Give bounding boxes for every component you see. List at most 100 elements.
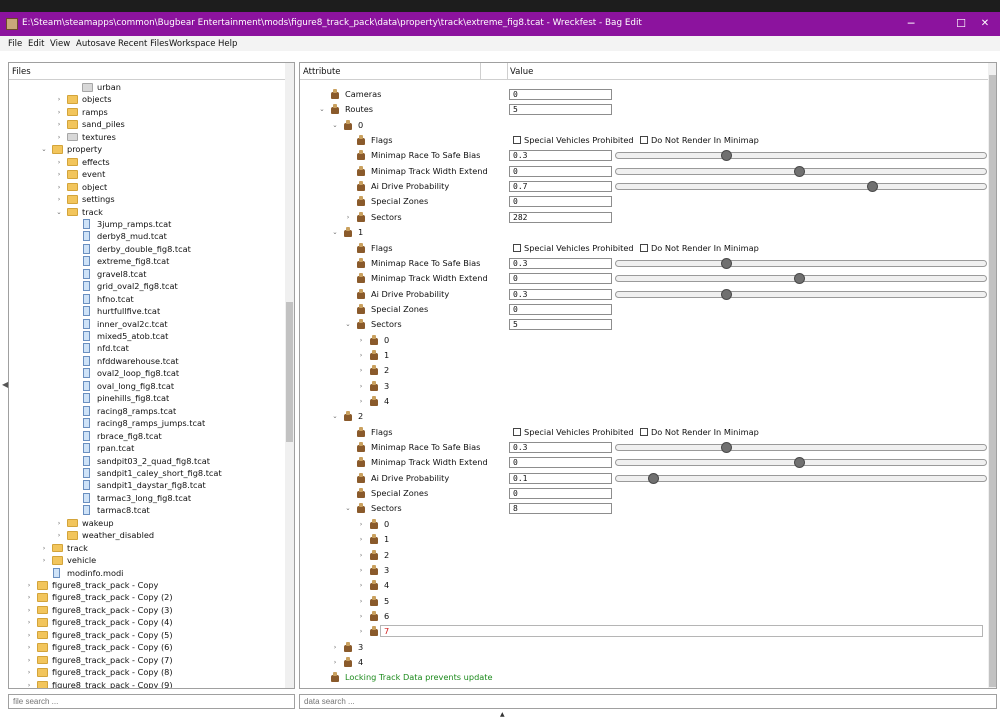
value-slider[interactable] — [615, 457, 987, 469]
attribute-row[interactable]: › 4 — [300, 656, 988, 669]
slider-thumb[interactable] — [720, 288, 732, 300]
slider-thumb[interactable] — [720, 257, 732, 269]
attribute-row[interactable]: Minimap Track Width Extend 0 — [300, 272, 988, 285]
value-field[interactable]: 0.3 — [509, 257, 612, 269]
collapsed-arrow-icon[interactable]: › — [357, 518, 365, 531]
file-tree-item[interactable]: mixed5_atob.tcat — [9, 330, 285, 343]
attribute-row[interactable]: Minimap Race To Safe Bias 0.3 — [300, 149, 988, 162]
collapsed-arrow-icon[interactable]: › — [55, 156, 63, 169]
collapsed-arrow-icon[interactable]: › — [357, 533, 365, 546]
files-scrollbar-thumb[interactable] — [286, 302, 293, 442]
attribute-row[interactable]: › 3 — [300, 380, 988, 393]
file-tree-item[interactable]: › ramps — [9, 106, 285, 119]
attribute-row[interactable]: Cameras 0 — [300, 88, 988, 101]
attribute-row[interactable]: › 0 — [300, 518, 988, 531]
collapsed-arrow-icon[interactable]: › — [357, 595, 365, 608]
file-tree-item[interactable]: › object — [9, 181, 285, 194]
collapsed-arrow-icon[interactable]: › — [55, 131, 63, 144]
attribute-row[interactable]: › 4 — [300, 395, 988, 408]
expanded-arrow-icon[interactable]: ⌄ — [331, 119, 339, 132]
file-tree-item[interactable]: rpan.tcat — [9, 442, 285, 455]
attribute-row[interactable]: › 4 — [300, 579, 988, 592]
file-tree-item[interactable]: › textures — [9, 131, 285, 144]
value-slider[interactable] — [615, 181, 987, 193]
menu-help[interactable]: Help — [218, 39, 237, 49]
value-column-header[interactable]: Value — [510, 67, 533, 77]
value-slider[interactable] — [615, 442, 987, 454]
value-field[interactable]: 0.1 — [509, 472, 612, 484]
flag-checkbox[interactable] — [640, 136, 648, 145]
flag-checkbox[interactable] — [640, 243, 648, 252]
collapsed-arrow-icon[interactable]: › — [55, 118, 63, 131]
collapsed-arrow-icon[interactable]: › — [344, 211, 352, 224]
file-tree-item[interactable]: › effects — [9, 156, 285, 169]
attribute-row[interactable]: of track length and surface infos — [300, 687, 988, 688]
value-slider[interactable] — [615, 288, 987, 300]
file-tree-item[interactable]: › figure8_track_pack - Copy (7) — [9, 654, 285, 667]
menu-view[interactable]: View — [50, 39, 70, 49]
expanded-arrow-icon[interactable]: ⌄ — [331, 226, 339, 239]
file-tree-item[interactable]: extreme_fig8.tcat — [9, 255, 285, 268]
file-tree-item[interactable]: › objects — [9, 93, 285, 106]
attribute-row[interactable]: › 2 — [300, 364, 988, 377]
menu-autosave[interactable]: Autosave — [76, 39, 116, 49]
collapsed-arrow-icon[interactable]: › — [357, 610, 365, 623]
slider-thumb[interactable] — [794, 273, 805, 285]
file-tree-item[interactable]: › track — [9, 542, 285, 555]
flag-checkbox[interactable] — [513, 243, 521, 252]
collapsed-arrow-icon[interactable]: › — [40, 554, 48, 567]
file-tree-item[interactable]: 3jump_ramps.tcat — [9, 218, 285, 231]
attribute-row[interactable]: › 1 — [300, 349, 988, 362]
flag-checkbox[interactable] — [640, 427, 648, 436]
attribute-row[interactable]: › 2 — [300, 549, 988, 562]
file-tree-item[interactable]: racing8_ramps.tcat — [9, 405, 285, 418]
value-field[interactable]: 0 — [509, 196, 612, 208]
collapsed-arrow-icon[interactable]: › — [331, 641, 339, 654]
data-scrollbar[interactable] — [988, 63, 996, 688]
attribute-row[interactable]: Special Zones 0 — [300, 487, 988, 500]
attribute-row[interactable]: Ai Drive Probability 0.1 — [300, 472, 988, 485]
attribute-row[interactable]: › 1 — [300, 533, 988, 546]
collapsed-arrow-icon[interactable]: › — [55, 168, 63, 181]
attribute-row[interactable]: Minimap Race To Safe Bias 0.3 — [300, 257, 988, 270]
slider-thumb[interactable] — [647, 472, 659, 484]
collapsed-arrow-icon[interactable]: › — [55, 106, 63, 119]
data-search-input[interactable] — [299, 694, 997, 709]
file-tree-item[interactable]: derby_double_fig8.tcat — [9, 243, 285, 256]
slider-thumb[interactable] — [794, 165, 805, 177]
attribute-row[interactable]: Flags Special Vehicles Prohibited Do Not R… — [300, 242, 988, 255]
value-field[interactable]: 0 — [509, 457, 612, 469]
attribute-row[interactable]: › 3 — [300, 641, 988, 654]
value-field[interactable]: 0 — [509, 488, 612, 500]
collapsed-arrow-icon[interactable]: › — [357, 579, 365, 592]
attribute-row[interactable]: › Sectors 282 — [300, 211, 988, 224]
attribute-row[interactable]: ⌄ 1 — [300, 226, 988, 239]
value-field[interactable]: 0.7 — [509, 181, 612, 193]
expanded-arrow-icon[interactable]: ⌄ — [55, 206, 63, 219]
menu-workspace[interactable]: Workspace — [169, 39, 215, 49]
collapsed-arrow-icon[interactable]: › — [25, 616, 33, 629]
value-slider[interactable] — [615, 257, 987, 269]
value-field[interactable]: 0 — [509, 273, 612, 285]
menu-file[interactable]: File — [8, 39, 22, 49]
attribute-row[interactable]: › 7 — [300, 625, 988, 638]
collapsed-arrow-icon[interactable]: › — [357, 549, 365, 562]
collapsed-arrow-icon[interactable]: › — [331, 656, 339, 669]
slider-thumb[interactable] — [720, 442, 732, 454]
file-tree-item[interactable]: gravel8.tcat — [9, 268, 285, 281]
collapsed-arrow-icon[interactable]: › — [55, 529, 63, 542]
minimize-button[interactable]: ─ — [896, 16, 926, 32]
expanded-arrow-icon[interactable]: ⌄ — [344, 502, 352, 515]
file-tree-item[interactable]: › figure8_track_pack - Copy (5) — [9, 629, 285, 642]
attribute-row[interactable]: Minimap Track Width Extend 0 — [300, 165, 988, 178]
collapsed-arrow-icon[interactable]: › — [357, 349, 365, 362]
file-tree-item[interactable]: › wakeup — [9, 517, 285, 530]
data-scrollbar-thumb[interactable] — [989, 75, 996, 687]
attribute-row[interactable]: Minimap Track Width Extend 0 — [300, 456, 988, 469]
collapsed-arrow-icon[interactable]: › — [357, 380, 365, 393]
file-tree-item[interactable]: oval_long_fig8.tcat — [9, 380, 285, 393]
slider-thumb[interactable] — [720, 150, 732, 162]
collapsed-arrow-icon[interactable]: › — [55, 93, 63, 106]
attribute-row[interactable]: ⌄ Sectors 8 — [300, 502, 988, 515]
slider-thumb[interactable] — [794, 457, 805, 469]
